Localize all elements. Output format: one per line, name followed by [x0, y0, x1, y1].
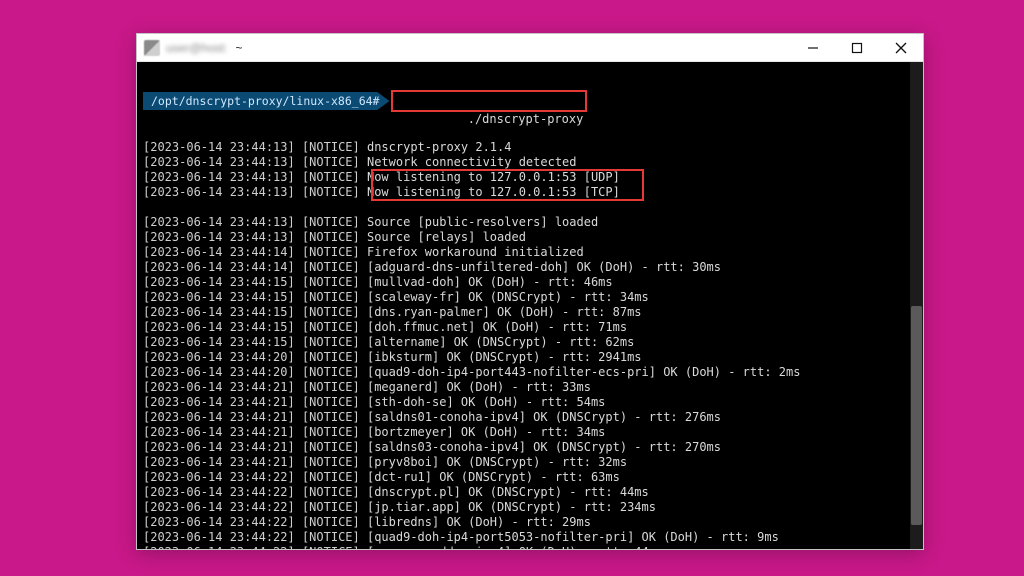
scrollbar[interactable]: [910, 62, 923, 549]
log-line: [2023-06-14 23:44:14] [NOTICE] [adguard-…: [143, 260, 904, 275]
prompt-path: /opt/dnscrypt-proxy/linux-x86_64#: [143, 92, 389, 110]
log-line: [2023-06-14 23:44:22] [NOTICE] [uncensor…: [143, 545, 904, 549]
log-line: [2023-06-14 23:44:13] [NOTICE] Source [p…: [143, 215, 904, 230]
log-line: [2023-06-14 23:44:22] [NOTICE] [dct-ru1]…: [143, 470, 904, 485]
log-line: [2023-06-14 23:44:13] [NOTICE] Network c…: [143, 155, 904, 170]
close-button[interactable]: [879, 34, 923, 62]
log-lines: [2023-06-14 23:44:13] [NOTICE] dnscrypt-…: [143, 140, 904, 549]
minimize-button[interactable]: [791, 34, 835, 62]
window-title-blur: user@host:: [166, 41, 228, 55]
log-line: [2023-06-14 23:44:21] [NOTICE] [meganerd…: [143, 380, 904, 395]
log-line: [2023-06-14 23:44:21] [NOTICE] [saldns01…: [143, 410, 904, 425]
log-line: [2023-06-14 23:44:21] [NOTICE] [saldns03…: [143, 440, 904, 455]
log-line: [2023-06-14 23:44:20] [NOTICE] [quad9-do…: [143, 365, 904, 380]
log-line: [2023-06-14 23:44:13] [NOTICE] dnscrypt-…: [143, 140, 904, 155]
prompt-command: ./dnscrypt-proxy: [389, 92, 589, 110]
log-line: [2023-06-14 23:44:22] [NOTICE] [dnscrypt…: [143, 485, 904, 500]
prompt-row: /opt/dnscrypt-proxy/linux-x86_64# ./dnsc…: [143, 92, 904, 110]
log-line: [2023-06-14 23:44:22] [NOTICE] [jp.tiar.…: [143, 500, 904, 515]
log-line: [2023-06-14 23:44:15] [NOTICE] [alternam…: [143, 335, 904, 350]
log-line: [2023-06-14 23:44:15] [NOTICE] [mullvad-…: [143, 275, 904, 290]
log-line: [2023-06-14 23:44:21] [NOTICE] [pryv8boi…: [143, 455, 904, 470]
app-icon: [144, 40, 160, 56]
window-title-tilde: ~: [236, 41, 243, 55]
log-line: [2023-06-14 23:44:15] [NOTICE] [dns.ryan…: [143, 305, 904, 320]
log-line: [143, 200, 904, 215]
highlight-command-box: [391, 90, 587, 112]
log-line: [2023-06-14 23:44:22] [NOTICE] [libredns…: [143, 515, 904, 530]
log-line: [2023-06-14 23:44:14] [NOTICE] Firefox w…: [143, 245, 904, 260]
log-line: [2023-06-14 23:44:21] [NOTICE] [sth-doh-…: [143, 395, 904, 410]
log-line: [2023-06-14 23:44:21] [NOTICE] [bortzmey…: [143, 425, 904, 440]
log-line: [2023-06-14 23:44:15] [NOTICE] [scaleway…: [143, 290, 904, 305]
command-text: ./dnscrypt-proxy: [468, 112, 584, 126]
terminal-output[interactable]: /opt/dnscrypt-proxy/linux-x86_64# ./dnsc…: [137, 62, 910, 549]
log-line: [2023-06-14 23:44:20] [NOTICE] [ibksturm…: [143, 350, 904, 365]
log-line: [2023-06-14 23:44:22] [NOTICE] [quad9-do…: [143, 530, 904, 545]
scrollbar-thumb[interactable]: [911, 306, 922, 525]
log-line: [2023-06-14 23:44:13] [NOTICE] Source [r…: [143, 230, 904, 245]
terminal-window: user@host: ~ /opt/dnscrypt-proxy/linux-x…: [136, 33, 924, 550]
log-line: [2023-06-14 23:44:13] [NOTICE] Now liste…: [143, 185, 904, 200]
maximize-button[interactable]: [835, 34, 879, 62]
log-line: [2023-06-14 23:44:15] [NOTICE] [doh.ffmu…: [143, 320, 904, 335]
terminal-area[interactable]: /opt/dnscrypt-proxy/linux-x86_64# ./dnsc…: [137, 62, 923, 549]
log-line: [2023-06-14 23:44:13] [NOTICE] Now liste…: [143, 170, 904, 185]
titlebar[interactable]: user@host: ~: [137, 34, 923, 62]
